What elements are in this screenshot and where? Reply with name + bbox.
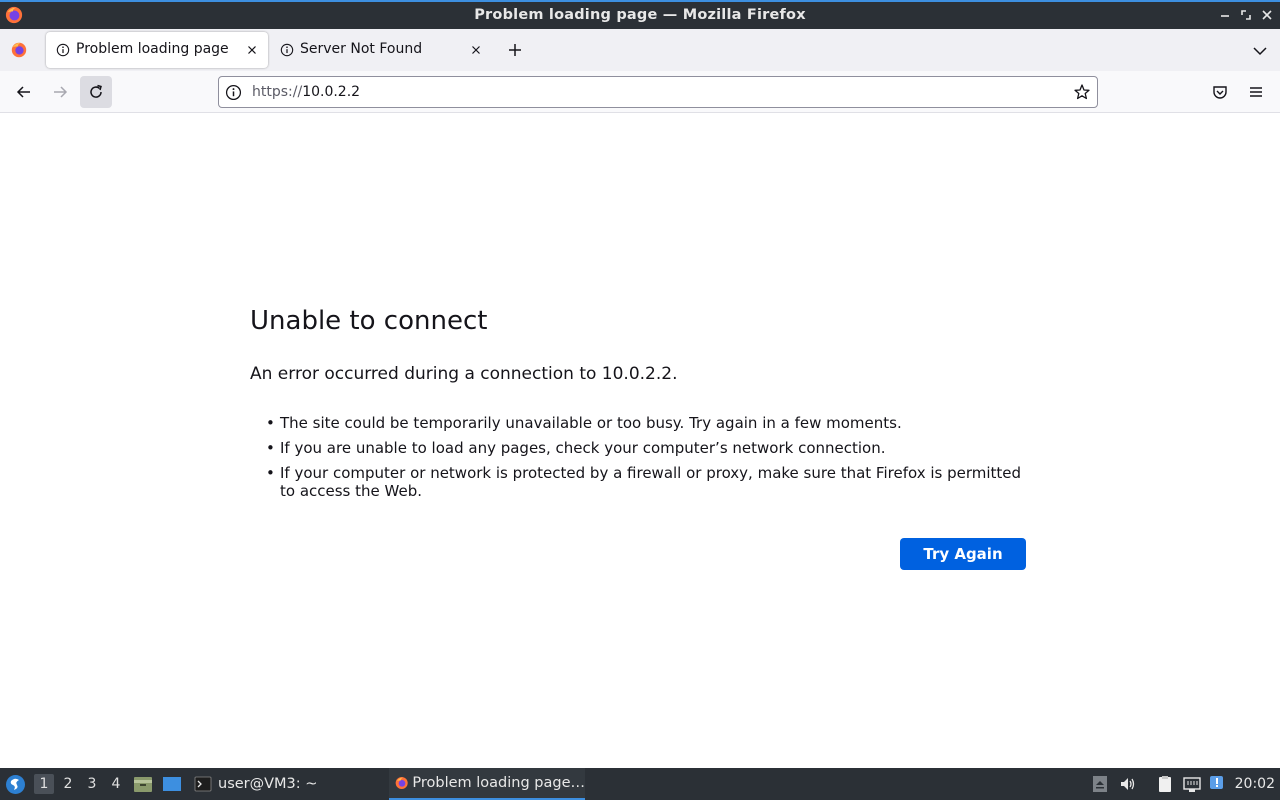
app-menu-button[interactable] xyxy=(1240,76,1272,108)
workspace-3[interactable]: 3 xyxy=(82,774,102,794)
list-item: If your computer or network is protected… xyxy=(266,464,1036,500)
list-item: If you are unable to load any pages, che… xyxy=(266,439,1036,457)
firefox-icon xyxy=(395,776,408,790)
tab-label: Server Not Found xyxy=(300,41,423,57)
task-label: Problem loading page… xyxy=(412,775,585,791)
reload-icon xyxy=(90,84,102,98)
taskbar-task-terminal[interactable]: user@VM3: ~ xyxy=(194,768,317,800)
volume-icon[interactable] xyxy=(1119,775,1137,793)
minimize-icon[interactable] xyxy=(1216,6,1234,24)
site-info-icon[interactable] xyxy=(225,84,242,101)
pocket-button[interactable] xyxy=(1204,76,1236,108)
tray-updates-icon[interactable] xyxy=(1091,775,1109,793)
close-tab-icon[interactable] xyxy=(468,42,484,58)
page-content: Unable to connect An error occurred duri… xyxy=(0,113,1280,768)
back-arrow-icon xyxy=(16,86,30,98)
workspace-4[interactable]: 4 xyxy=(106,774,126,794)
file-manager-icon[interactable] xyxy=(133,775,153,793)
url-host: 10.0.2.2 xyxy=(302,84,361,100)
reload-button[interactable] xyxy=(80,76,112,108)
url-scheme: https:// xyxy=(252,84,303,100)
tab-strip: Problem loading page Server Not Found xyxy=(0,29,1280,71)
tab-label: Problem loading page xyxy=(76,41,229,57)
info-icon xyxy=(56,43,70,57)
taskbar-task-firefox[interactable]: Problem loading page… xyxy=(389,768,585,800)
tab-problem-loading[interactable]: Problem loading page xyxy=(46,32,268,68)
error-description: An error occurred during a connection to… xyxy=(250,364,678,384)
desktop-icon[interactable] xyxy=(162,775,182,793)
error-title: Unable to connect xyxy=(250,306,488,336)
tab-server-not-found[interactable]: Server Not Found xyxy=(270,32,492,68)
workspace-2[interactable]: 2 xyxy=(58,774,78,794)
clipboard-icon[interactable] xyxy=(1156,775,1174,793)
workspace-1[interactable]: 1 xyxy=(34,774,54,794)
terminal-icon xyxy=(194,776,212,792)
hamburger-menu-icon xyxy=(1250,87,1262,97)
close-window-icon[interactable] xyxy=(1258,6,1276,24)
window-title: Problem loading page — Mozilla Firefox xyxy=(474,7,806,23)
start-menu-icon[interactable] xyxy=(5,774,26,795)
window-titlebar: Problem loading page — Mozilla Firefox xyxy=(0,0,1280,29)
back-button[interactable] xyxy=(8,76,40,108)
info-icon xyxy=(280,43,294,57)
error-reasons-list: The site could be temporarily unavailabl… xyxy=(266,414,1036,507)
taskbar: 1 2 3 4 user@VM3: ~ Problem loading page… xyxy=(0,768,1280,800)
new-tab-plus-icon[interactable] xyxy=(505,40,525,60)
list-item: The site could be temporarily unavailabl… xyxy=(266,414,1036,432)
firefox-view-icon[interactable] xyxy=(10,41,28,59)
maximize-icon[interactable] xyxy=(1237,6,1255,24)
forward-button[interactable] xyxy=(44,76,76,108)
clock: 20:02 xyxy=(1234,776,1275,792)
list-all-tabs-chevron-icon[interactable] xyxy=(1251,42,1269,60)
pocket-icon xyxy=(1213,86,1227,99)
try-again-button[interactable]: Try Again xyxy=(900,538,1026,570)
network-icon[interactable] xyxy=(1183,775,1201,793)
task-label: user@VM3: ~ xyxy=(218,776,318,792)
forward-arrow-icon xyxy=(54,86,68,98)
url-text[interactable]: https://10.0.2.2 xyxy=(252,84,360,100)
close-tab-icon[interactable] xyxy=(244,42,260,58)
notification-icon[interactable] xyxy=(1209,775,1227,793)
navigation-toolbar: https://10.0.2.2 xyxy=(0,71,1280,113)
bookmark-star-icon[interactable] xyxy=(1073,83,1091,101)
url-bar[interactable]: https://10.0.2.2 xyxy=(218,76,1098,108)
